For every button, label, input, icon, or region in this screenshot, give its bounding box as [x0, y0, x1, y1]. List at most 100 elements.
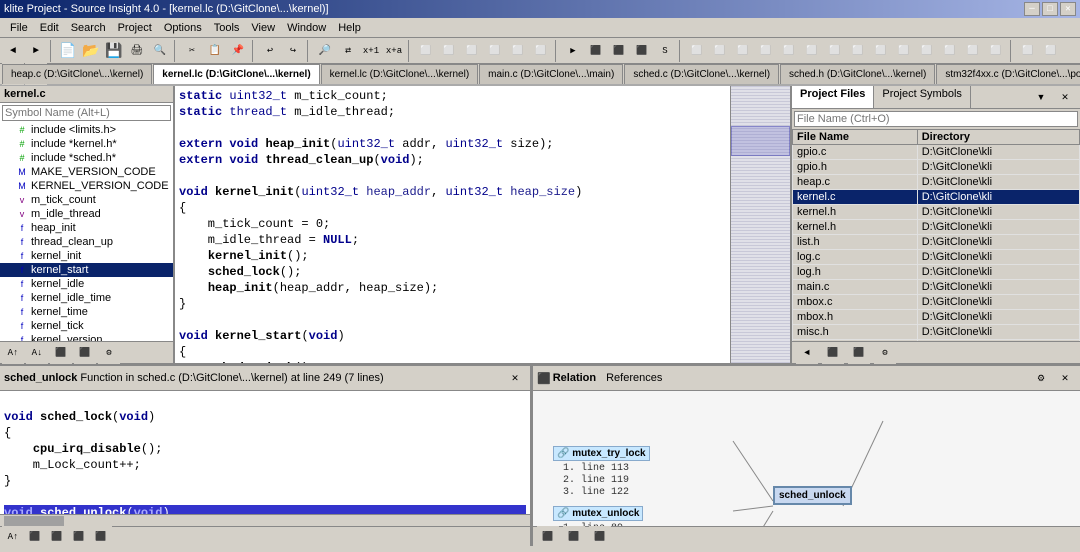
- toolbar-btn-b5[interactable]: ⬜: [507, 40, 529, 62]
- sym-toolbar-btn-1[interactable]: A↑: [2, 342, 24, 364]
- toolbar-btn-d13[interactable]: ⬜: [962, 40, 984, 62]
- tab-main[interactable]: main.c (D:\GitClone\...\main): [479, 64, 623, 84]
- tab-sched-h[interactable]: sched.h (D:\GitClone\...\kernel): [780, 64, 935, 84]
- symbol-list-item[interactable]: fkernel_idle: [0, 277, 173, 291]
- toolbar-btn-undo[interactable]: ↩: [259, 40, 281, 62]
- symbol-list-item[interactable]: fkernel_tick: [0, 319, 173, 333]
- toolbar-btn-d1[interactable]: ⬜: [686, 40, 708, 62]
- menu-edit[interactable]: Edit: [34, 20, 65, 36]
- toolbar-btn-d9[interactable]: ⬜: [870, 40, 892, 62]
- bl-toolbar-btn-3[interactable]: ⬛: [46, 526, 68, 548]
- toolbar-btn-e2[interactable]: ⬜: [1040, 40, 1062, 62]
- toolbar-btn-redo[interactable]: ↪: [282, 40, 304, 62]
- toolbar-btn-b4[interactable]: ⬜: [484, 40, 506, 62]
- menu-file[interactable]: File: [4, 20, 34, 36]
- toolbar-btn-open[interactable]: 📂: [80, 40, 102, 62]
- toolbar-btn-2[interactable]: ►: [25, 40, 47, 62]
- menu-tools[interactable]: Tools: [208, 20, 246, 36]
- relation-close-btn[interactable]: ✕: [1054, 367, 1076, 389]
- table-row[interactable]: mbox.hD:\GitClone\kli: [793, 310, 1080, 325]
- toolbar-btn-d14[interactable]: ⬜: [985, 40, 1007, 62]
- relation-caller-mutex-unlock[interactable]: 🔗 mutex_unlock: [553, 506, 643, 521]
- toolbar-btn-c1[interactable]: ▶: [562, 40, 584, 62]
- sym-toolbar-btn-5[interactable]: ⚙: [98, 342, 120, 364]
- col-directory[interactable]: Directory: [917, 130, 1079, 145]
- symbol-list-item[interactable]: vm_idle_thread: [0, 207, 173, 221]
- rp-close-btn[interactable]: ✕: [1054, 86, 1076, 108]
- bottom-left-code[interactable]: void sched_lock(void) { cpu_irq_disable(…: [0, 391, 530, 514]
- toolbar-btn-d5[interactable]: ⬜: [778, 40, 800, 62]
- menu-options[interactable]: Options: [158, 20, 208, 36]
- relation-caller-mutex-try-lock[interactable]: 🔗 mutex_try_lock: [553, 446, 650, 461]
- toolbar-btn-b2[interactable]: ⬜: [438, 40, 460, 62]
- relation-tab-label[interactable]: Relation: [553, 372, 596, 385]
- rel-toolbar-btn-1[interactable]: ⬛: [537, 526, 559, 548]
- toolbar-replace[interactable]: ⇄: [337, 40, 359, 62]
- close-button[interactable]: ✕: [1060, 2, 1076, 16]
- rp-toolbar-btn-1[interactable]: ◄: [796, 342, 818, 364]
- toolbar-btn-e1[interactable]: ⬜: [1017, 40, 1039, 62]
- references-tab-label[interactable]: References: [606, 372, 662, 385]
- table-row[interactable]: mbox.cD:\GitClone\kli: [793, 295, 1080, 310]
- rel-toolbar-btn-2[interactable]: ⬛: [563, 526, 585, 548]
- table-row[interactable]: log.hD:\GitClone\kli: [793, 265, 1080, 280]
- bl-toolbar-btn-4[interactable]: ⬛: [68, 526, 90, 548]
- symbol-list-item[interactable]: #include *sched.h*: [0, 151, 173, 165]
- tab-project-symbols[interactable]: Project Symbols: [874, 86, 970, 108]
- symbol-list-item[interactable]: MKERNEL_VERSION_CODE: [0, 179, 173, 193]
- sym-toolbar-btn-3[interactable]: ⬛: [50, 342, 72, 364]
- menu-project[interactable]: Project: [112, 20, 158, 36]
- menu-view[interactable]: View: [245, 20, 281, 36]
- symbol-list-item[interactable]: fkernel_start: [0, 263, 173, 277]
- symbol-list-item[interactable]: #include <limits.h>: [0, 123, 173, 137]
- minimize-button[interactable]: ─: [1024, 2, 1040, 16]
- bottom-left-close-btn[interactable]: ✕: [504, 367, 526, 389]
- table-row[interactable]: gpio.hD:\GitClone\kli: [793, 160, 1080, 175]
- table-row[interactable]: main.cD:\GitClone\kli: [793, 280, 1080, 295]
- rel-toolbar-btn-3[interactable]: ⬛: [589, 526, 611, 548]
- toolbar-btn-5[interactable]: 🔍: [149, 40, 171, 62]
- toolbar-btn-c5[interactable]: S: [654, 40, 676, 62]
- symbol-search-input[interactable]: [2, 105, 171, 121]
- toolbar-btn-d12[interactable]: ⬜: [939, 40, 961, 62]
- symbol-list-item[interactable]: #include *kernel.h*: [0, 137, 173, 151]
- rp-options-btn[interactable]: ▼: [1030, 86, 1052, 108]
- menu-window[interactable]: Window: [281, 20, 332, 36]
- rp-toolbar-btn-3[interactable]: ⬛: [848, 342, 870, 364]
- tab-heap[interactable]: heap.c (D:\GitClone\...\kernel): [2, 64, 152, 84]
- table-row[interactable]: list.hD:\GitClone\kli: [793, 235, 1080, 250]
- bl-toolbar-btn-5[interactable]: ⬛: [90, 526, 112, 548]
- symbol-list-item[interactable]: MMAKE_VERSION_CODE: [0, 165, 173, 179]
- maximize-button[interactable]: □: [1042, 2, 1058, 16]
- toolbar-btn-paste[interactable]: 📌: [227, 40, 249, 62]
- relation-settings-btn[interactable]: ⚙: [1030, 367, 1052, 389]
- bottom-left-scrollbar[interactable]: [0, 514, 530, 526]
- sym-toolbar-btn-4[interactable]: ⬛: [74, 342, 96, 364]
- col-filename[interactable]: File Name: [793, 130, 918, 145]
- file-search-input[interactable]: [794, 111, 1078, 127]
- toolbar-btn-d3[interactable]: ⬜: [732, 40, 754, 62]
- table-row[interactable]: gpio.cD:\GitClone\kli: [793, 145, 1080, 160]
- tab-stm32[interactable]: stm32f4xx.c (D:\GitClone\...\port): [936, 64, 1080, 84]
- toolbar-btn-c2[interactable]: ⬛: [585, 40, 607, 62]
- sym-toolbar-btn-2[interactable]: A↓: [26, 342, 48, 364]
- toolbar-btn-d8[interactable]: ⬜: [847, 40, 869, 62]
- toolbar-btn-4[interactable]: 🖨: [126, 40, 148, 62]
- symbol-list-item[interactable]: fheap_init: [0, 221, 173, 235]
- table-row[interactable]: kernel.hD:\GitClone\kli: [793, 205, 1080, 220]
- table-row[interactable]: misc.hD:\GitClone\kli: [793, 325, 1080, 340]
- toolbar-btn-x1[interactable]: x+1: [360, 40, 382, 62]
- menu-search[interactable]: Search: [65, 20, 112, 36]
- toolbar-btn-xa[interactable]: x+a: [383, 40, 405, 62]
- rp-toolbar-btn-2[interactable]: ⬛: [822, 342, 844, 364]
- table-row[interactable]: heap.cD:\GitClone\kli: [793, 175, 1080, 190]
- scrollbar-thumb[interactable]: [4, 516, 64, 526]
- bl-toolbar-btn-2[interactable]: ⬛: [24, 526, 46, 548]
- toolbar-btn-d4[interactable]: ⬜: [755, 40, 777, 62]
- toolbar-btn-d2[interactable]: ⬜: [709, 40, 731, 62]
- toolbar-btn-d10[interactable]: ⬜: [893, 40, 915, 62]
- symbol-list-item[interactable]: fkernel_init: [0, 249, 173, 263]
- toolbar-btn-save[interactable]: 💾: [103, 40, 125, 62]
- table-row[interactable]: kernel.hD:\GitClone\kli: [793, 220, 1080, 235]
- code-editor[interactable]: static uint32_t m_tick_count; static thr…: [175, 86, 730, 363]
